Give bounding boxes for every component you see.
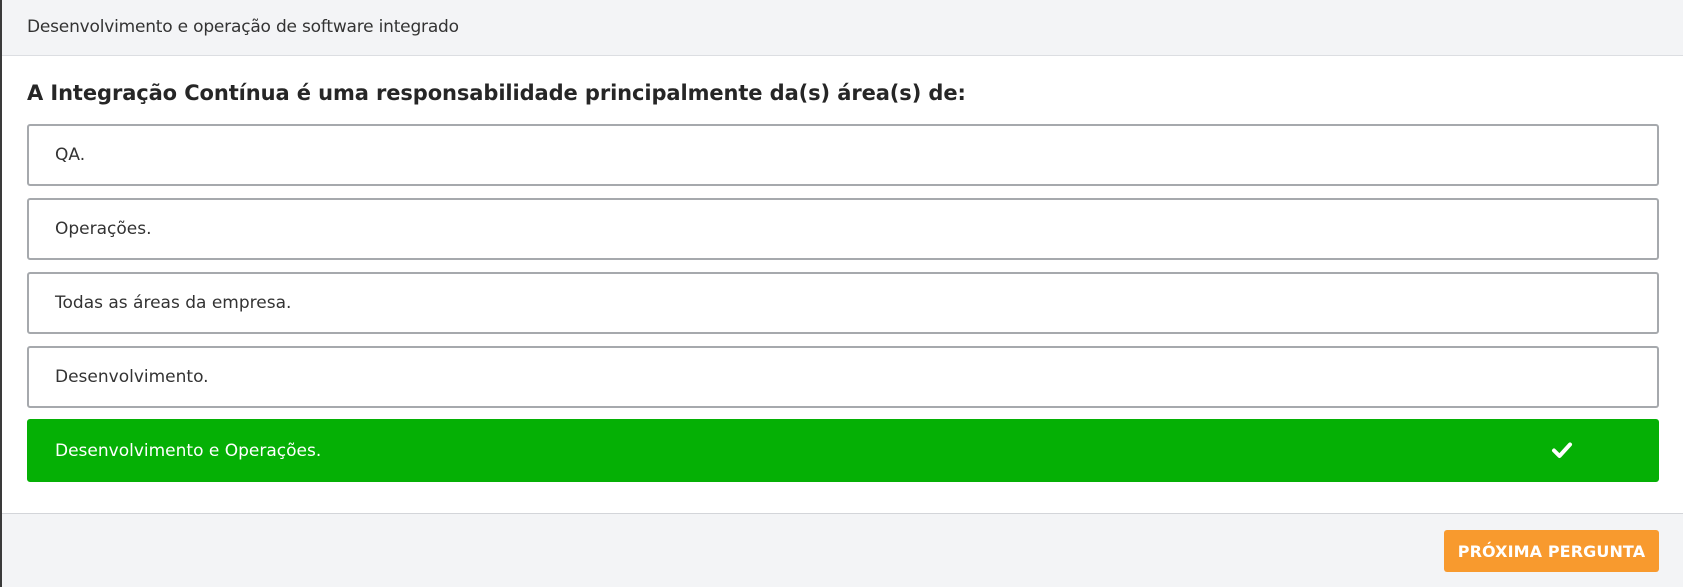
course-title: Desenvolvimento e operação de software i… [27,17,459,37]
answer-option[interactable]: Todas as áreas da empresa. [27,272,1659,334]
answer-option-label: Operações. [55,219,152,239]
window-edge [0,0,2,587]
answer-option-label: QA. [55,145,86,165]
question-text: A Integração Contínua é uma responsabili… [27,81,966,105]
quiz-header: Desenvolvimento e operação de software i… [2,0,1683,56]
answer-option-label: Desenvolvimento e Operações. [55,441,322,461]
answer-option-label: Desenvolvimento. [55,367,209,387]
answer-option[interactable]: QA. [27,124,1659,186]
quiz-page: Desenvolvimento e operação de software i… [0,0,1683,587]
answer-option[interactable]: Desenvolvimento. [27,346,1659,408]
answer-option[interactable]: Operações. [27,198,1659,260]
check-icon [1552,442,1572,458]
answer-option-correct[interactable]: Desenvolvimento e Operações. [27,419,1659,482]
next-question-button[interactable]: PRÓXIMA PERGUNTA [1444,530,1659,572]
answer-option-label: Todas as áreas da empresa. [55,293,292,313]
quiz-footer [2,513,1683,587]
